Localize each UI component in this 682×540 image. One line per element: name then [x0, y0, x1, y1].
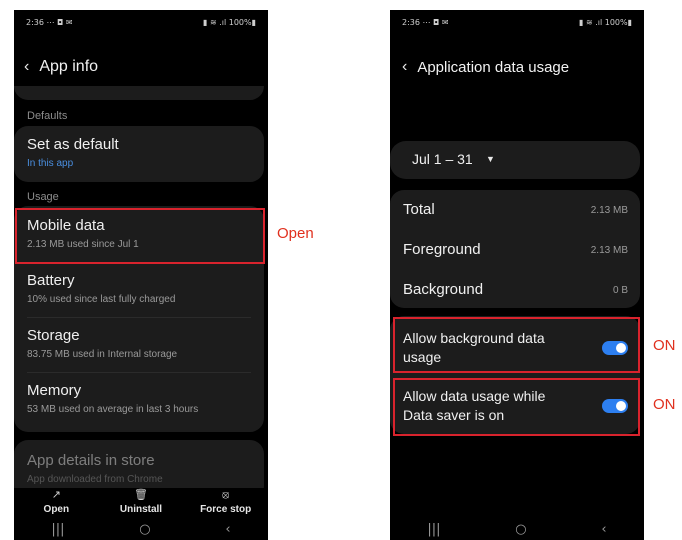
status-icons: ▮ ≋ .ıl 100%▮ [579, 18, 632, 27]
home-icon[interactable]: ○ [515, 522, 526, 538]
open-label: Open [43, 504, 70, 515]
recents-icon[interactable]: ||| [427, 522, 440, 538]
background-data-highlight-box [393, 317, 640, 373]
bottom-action-bar: ↗ Open 🗑 Uninstall ⦻ Force stop [14, 488, 268, 524]
date-range-selector[interactable]: Jul 1 – 31 ▼ [390, 141, 640, 179]
status-time: 2:36 ⋯ ◘ ✉ [26, 18, 73, 27]
mobile-data-highlight-box [15, 208, 265, 264]
background-value: 0 B [612, 285, 628, 296]
app-bar: ‹ Application data usage [402, 56, 569, 78]
status-bar: 2:36 ⋯ ◘ ✉ ▮ ≋ .ıl 100%▮ [26, 18, 256, 30]
page-title: App info [39, 58, 99, 75]
uninstall-button[interactable]: 🗑 Uninstall [106, 488, 176, 524]
date-range-label: Jul 1 – 31 [412, 151, 473, 167]
system-navigation-bar: ||| ○ ‹ [390, 522, 644, 538]
storage-item[interactable]: Storage 83.75 MB used in Internal storag… [14, 318, 264, 372]
system-navigation-bar: ||| ○ ‹ [14, 522, 268, 538]
recents-icon[interactable]: ||| [51, 522, 64, 538]
force-stop-button[interactable]: ⦻ Force stop [191, 488, 261, 524]
scrolled-card-edge [14, 86, 264, 100]
stop-circle-icon: ⦻ [222, 489, 230, 501]
app-details-title: App details in store [27, 452, 155, 469]
app-info-screen: 2:36 ⋯ ◘ ✉ ▮ ≋ .ıl 100%▮ ‹ App info Defa… [14, 10, 268, 540]
status-time: 2:36 ⋯ ◘ ✉ [402, 18, 449, 27]
storage-subtitle: 83.75 MB used in Internal storage [27, 349, 178, 360]
usage-summary-card: Total 2.13 MB Foreground 2.13 MB Backgro… [390, 190, 640, 308]
application-data-usage-screen: 2:36 ⋯ ◘ ✉ ▮ ≋ .ıl 100%▮ ‹ Application d… [390, 10, 644, 540]
app-bar: ‹ App info [24, 56, 98, 78]
page-title: Application data usage [417, 58, 570, 76]
memory-title: Memory [27, 382, 82, 399]
status-bar: 2:36 ⋯ ◘ ✉ ▮ ≋ .ıl 100%▮ [402, 18, 632, 30]
trash-icon: 🗑 [134, 489, 148, 501]
background-label: Background [403, 281, 484, 298]
foreground-label: Foreground [403, 241, 481, 258]
usage-section-label: Usage [27, 191, 59, 203]
total-label: Total [403, 201, 435, 218]
data-saver-highlight-box [393, 378, 640, 436]
battery-title: Battery [27, 272, 75, 289]
uninstall-label: Uninstall [119, 504, 163, 515]
memory-subtitle: 53 MB used on average in last 3 hours [27, 404, 199, 415]
back-nav-icon[interactable]: ‹ [601, 522, 606, 538]
storage-title: Storage [27, 327, 80, 344]
open-annotation: Open [277, 225, 314, 242]
battery-item[interactable]: Battery 10% used since last fully charge… [14, 263, 264, 317]
force-stop-label: Force stop [200, 504, 252, 515]
open-external-icon: ↗ [51, 489, 61, 501]
back-arrow-icon[interactable]: ‹ [24, 58, 29, 76]
set-as-default-title: Set as default [27, 136, 119, 153]
total-value: 2.13 MB [590, 205, 628, 216]
on-annotation-1: ON [653, 337, 676, 354]
open-button[interactable]: ↗ Open [21, 488, 91, 524]
on-annotation-2: ON [653, 396, 676, 413]
set-as-default-subtitle: In this app [27, 158, 74, 169]
status-icons: ▮ ≋ .ıl 100%▮ [203, 18, 256, 27]
app-details-subtitle: App downloaded from Chrome [27, 474, 163, 485]
home-icon[interactable]: ○ [139, 522, 150, 538]
battery-subtitle: 10% used since last fully charged [27, 294, 176, 305]
defaults-section-label: Defaults [27, 110, 68, 122]
dropdown-arrow-icon: ▼ [486, 154, 495, 164]
back-arrow-icon[interactable]: ‹ [402, 58, 407, 76]
foreground-value: 2.13 MB [590, 245, 628, 256]
memory-item[interactable]: Memory 53 MB used on average in last 3 h… [14, 373, 264, 429]
back-nav-icon[interactable]: ‹ [225, 522, 230, 538]
set-as-default-item[interactable]: Set as default In this app [14, 126, 264, 182]
